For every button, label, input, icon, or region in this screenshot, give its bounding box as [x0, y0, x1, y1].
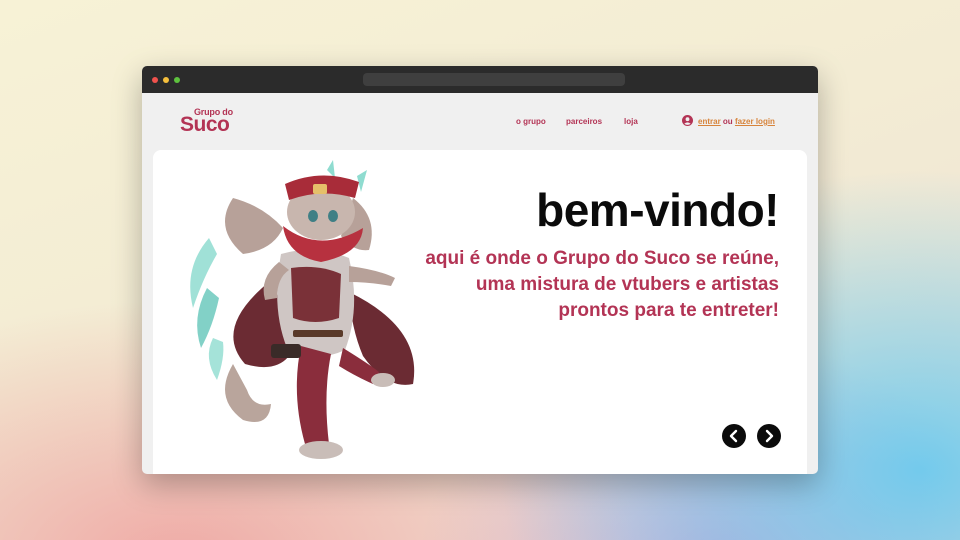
chevron-left-icon [729, 429, 738, 443]
browser-window: Grupo do Suco o grupo parceiros loja ent… [142, 66, 818, 474]
login-text: entrar ou fazer login [698, 117, 775, 126]
site-header: Grupo do Suco o grupo parceiros loja ent… [142, 93, 818, 150]
address-bar[interactable] [363, 73, 625, 86]
nav-link-loja[interactable]: loja [624, 117, 638, 126]
hero-headline: bem-vindo! [536, 184, 779, 236]
browser-titlebar [142, 66, 818, 93]
nav-link-parceiros[interactable]: parceiros [566, 117, 602, 126]
enter-link[interactable]: entrar [698, 117, 721, 126]
minimize-window-button[interactable] [163, 77, 169, 83]
maximize-window-button[interactable] [174, 77, 180, 83]
user-icon [682, 115, 693, 126]
site-logo[interactable]: Grupo do Suco [180, 107, 242, 136]
carousel-prev-button[interactable] [722, 424, 746, 448]
tagline-line: uma mistura de vtubers e artistas [475, 274, 779, 295]
tagline-line: prontos para te entreter! [558, 300, 779, 321]
close-window-button[interactable] [152, 77, 158, 83]
tagline-line: aqui é onde o Grupo do Suco se reúne, [425, 248, 779, 269]
login-or: ou [722, 117, 733, 126]
hero-banner: bem-vindo! aqui é onde o Grupo do Suco s… [153, 150, 807, 474]
hero-tagline: aqui é onde o Grupo do Suco se reúne, um… [359, 246, 779, 324]
carousel-next-button[interactable] [757, 424, 781, 448]
chevron-right-icon [765, 429, 774, 443]
sign-in-link[interactable]: fazer login [735, 117, 775, 126]
nav-link-o-grupo[interactable]: o grupo [516, 117, 546, 126]
logo-text-big: Suco [180, 113, 230, 136]
